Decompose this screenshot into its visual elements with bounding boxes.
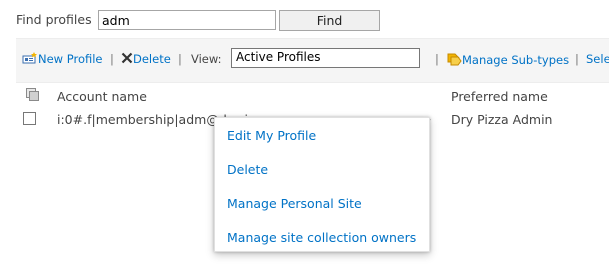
find-profiles-label: Find profiles [16,12,92,27]
toolbar: New Profile | Delete | View: Active Prof… [16,38,609,83]
toolbar-separator: | [435,52,439,66]
menu-item-manage-site-collection-owners[interactable]: Manage site collection owners [227,230,416,245]
toolbar-separator: | [110,52,114,66]
toolbar-separator: | [575,52,579,66]
manage-subtypes-icon [447,53,462,66]
menu-item-delete[interactable]: Delete [227,162,268,177]
view-label: View: [191,52,222,66]
new-profile-button[interactable]: New Profile [22,52,103,66]
delete-label: Delete [133,52,171,66]
delete-x-icon [121,52,133,64]
menu-item-manage-personal-site[interactable]: Manage Personal Site [227,196,362,211]
select-truncated-link[interactable]: Sele [586,52,609,66]
new-profile-label: New Profile [38,52,103,66]
new-profile-icon [22,52,37,64]
column-header-account-name[interactable]: Account name [57,89,147,104]
preferred-name-cell: Dry Pizza Admin [451,112,553,127]
select-all-icon[interactable] [26,88,40,102]
delete-button[interactable]: Delete [121,52,171,66]
row-checkbox[interactable] [23,112,36,125]
view-select-value: Active Profiles [236,50,321,64]
menu-item-edit-my-profile[interactable]: Edit My Profile [227,128,316,143]
find-button[interactable]: Find [279,10,380,31]
column-header-preferred-name[interactable]: Preferred name [451,89,548,104]
manage-subtypes-label: Manage Sub-types [462,53,570,67]
view-select[interactable]: Active Profiles [231,48,420,68]
context-menu: Edit My Profile Delete Manage Personal S… [214,117,430,252]
toolbar-separator: | [178,52,182,66]
manage-subtypes-button[interactable]: Manage Sub-types [446,52,569,67]
find-profiles-input[interactable] [98,10,276,30]
